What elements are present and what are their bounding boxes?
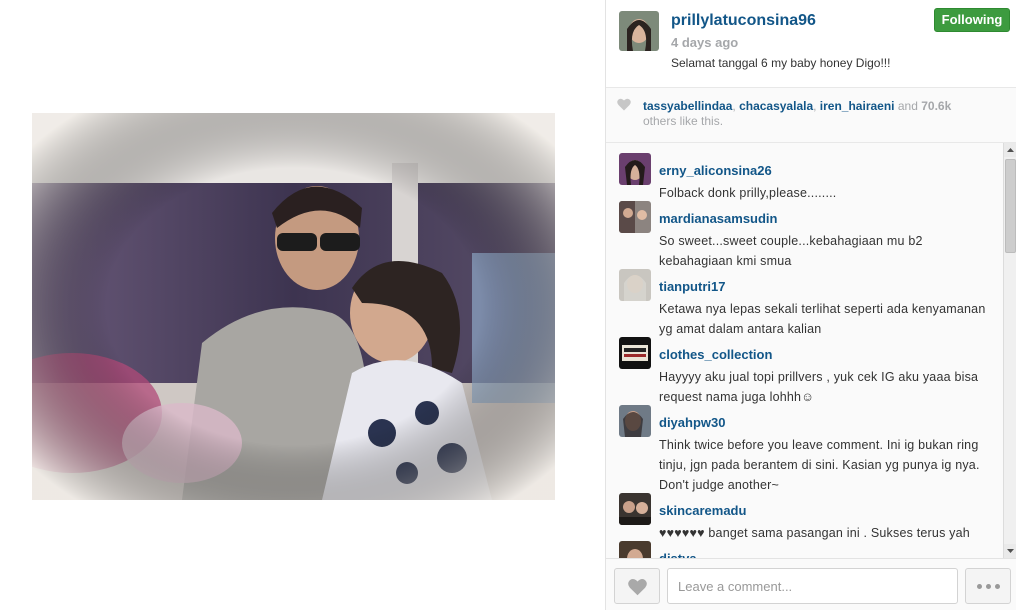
commenter-username[interactable]: clothes_collection <box>659 347 772 362</box>
comment-text: Folback donk prilly,please........ <box>659 186 837 200</box>
commenter-username[interactable]: mardianasamsudin <box>659 211 778 226</box>
more-dots-icon <box>977 584 982 589</box>
commenter-avatar[interactable] <box>619 541 651 558</box>
like-button[interactable] <box>614 568 660 604</box>
post-time[interactable]: 4 days ago <box>671 35 738 50</box>
commenter-username[interactable]: erny_aliconsina26 <box>659 163 772 178</box>
likes-count[interactable]: 70.6k <box>921 99 951 113</box>
more-options-button[interactable] <box>965 568 1011 604</box>
more-dots-icon <box>986 584 991 589</box>
author-avatar[interactable] <box>619 11 659 51</box>
commenter-avatar[interactable] <box>619 405 651 437</box>
commenter-username[interactable]: diyahpw30 <box>659 415 725 430</box>
likes-and: and <box>897 99 918 113</box>
comments-scrollbar[interactable] <box>1003 143 1016 558</box>
comment-text: ♥♥♥♥♥♥ banget sama pasangan ini . Sukses… <box>659 526 970 540</box>
commenter-username[interactable]: tianputri17 <box>659 279 725 294</box>
comment-text: So sweet...sweet couple...kebahagiaan mu… <box>659 234 923 268</box>
instagram-post-page: prillylatuconsina96 4 days ago Selamat t… <box>0 0 1016 610</box>
likes-summary: tassyabellindaa, chacasyalala, iren_hair… <box>643 99 952 113</box>
comment-text: Ketawa nya lepas sekali terlihat seperti… <box>659 302 986 336</box>
more-dots-icon <box>995 584 1000 589</box>
photo-area <box>0 0 605 610</box>
post-caption: Selamat tanggal 6 my baby honey Digo!!! <box>671 56 891 70</box>
post-photo[interactable] <box>32 113 555 500</box>
comment-footer <box>606 558 1016 610</box>
comment-text: Think twice before you leave comment. In… <box>659 438 980 492</box>
heart-icon <box>628 578 647 596</box>
commenter-avatar[interactable] <box>619 337 651 369</box>
author-username[interactable]: prillylatuconsina96 <box>671 12 816 30</box>
liker-link[interactable]: iren_hairaeni <box>820 99 895 113</box>
post-header: prillylatuconsina96 4 days ago Selamat t… <box>606 0 1016 88</box>
likes-section: tassyabellindaa, chacasyalala, iren_hair… <box>606 88 1016 143</box>
commenter-avatar[interactable] <box>619 269 651 301</box>
comment-text: Hayyyy aku jual topi prillvers , yuk cek… <box>659 370 979 404</box>
liker-link[interactable]: tassyabellindaa <box>643 99 732 113</box>
following-button[interactable]: Following <box>934 8 1010 32</box>
arrow-up-icon[interactable] <box>1004 143 1016 157</box>
heart-icon <box>617 98 631 111</box>
commenter-avatar[interactable] <box>619 201 651 233</box>
commenter-avatar[interactable] <box>619 493 651 525</box>
post-side-panel: prillylatuconsina96 4 days ago Selamat t… <box>605 0 1016 610</box>
commenter-username[interactable]: skincaremadu <box>659 503 746 518</box>
arrow-down-icon[interactable] <box>1004 544 1016 558</box>
commenter-username[interactable]: distya <box>659 551 697 558</box>
scrollbar-thumb[interactable] <box>1005 159 1016 253</box>
likes-suffix: others like this. <box>643 114 724 128</box>
comments-list[interactable]: erny_aliconsina26 Folback donk prilly,pl… <box>606 143 1016 558</box>
liker-link[interactable]: chacasyalala <box>739 99 813 113</box>
commenter-avatar[interactable] <box>619 153 651 185</box>
comment-input[interactable] <box>667 568 958 604</box>
